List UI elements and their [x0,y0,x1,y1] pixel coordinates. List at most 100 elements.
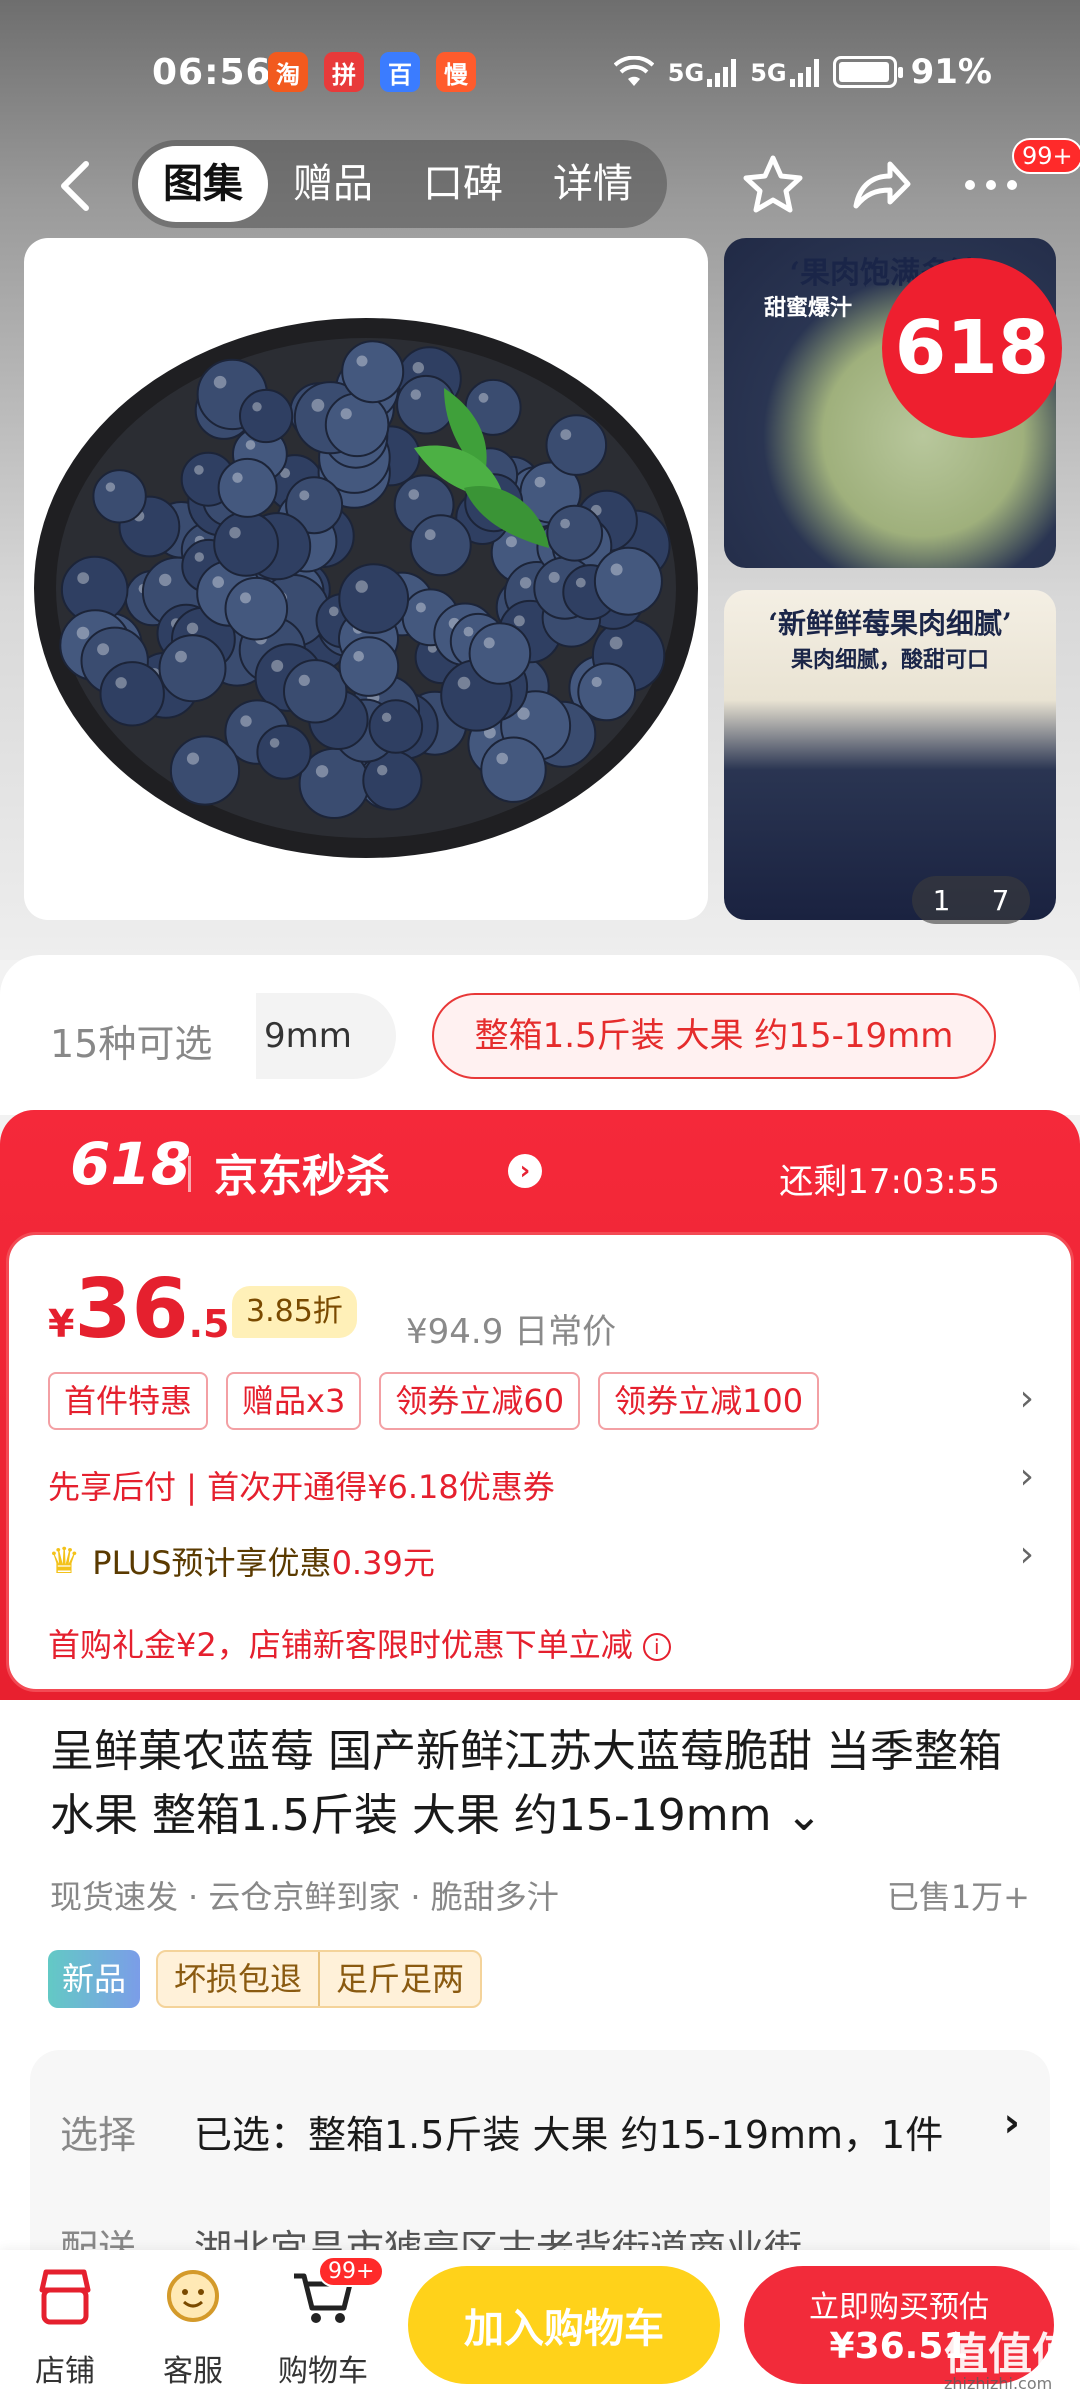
price-integer: 36 [74,1262,189,1357]
blueberry-shape [341,340,405,404]
promo-event-label: 618 [70,1130,192,1198]
customer-service-label: 客服 [163,2354,223,2389]
status-bar: 06:56 淘 拼 百 慢 5G 5G 91% [0,0,1080,140]
original-price: ¥94.9 日常价 [406,1304,616,1353]
customer-service-button[interactable]: 客服 [138,2262,248,2390]
chevron-right-icon[interactable]: › [1020,1456,1034,1497]
blueberry-highlight [356,355,368,367]
blueberry-highlight [186,752,200,765]
variant-chip[interactable]: 9mm [256,993,396,1079]
blueberry-highlight [269,738,280,748]
back-icon[interactable] [52,158,100,214]
blueberry-highlight [240,715,252,727]
blueberry-highlight [412,362,424,374]
blueberry-highlight [76,626,90,640]
selection-value[interactable]: 已选：整箱1.5斤装 大果 约15-19mm，1件 [194,2104,943,2159]
blueberry-shape [92,469,147,524]
chevron-down-icon[interactable]: ⌄ [786,1790,823,1841]
chevron-right-icon[interactable]: › [1020,1534,1034,1575]
blueberry-shape [169,735,241,806]
countdown-time: 17:03:55 [847,1162,1000,1202]
blueberry-highlight [408,489,420,500]
tab-details[interactable]: 详情 [528,146,658,222]
blueberry-highlight [353,651,365,662]
network-label: 5G [667,59,705,87]
blueberry-shape [99,661,165,727]
selection-label: 选择 [60,2113,137,2157]
guarantee-return: 坏损包退 [174,1960,303,1998]
blueberry-highlight [483,637,495,649]
add-to-cart-button[interactable]: 加入购物车 [408,2266,720,2384]
image-counter-total: 7 [991,883,1010,917]
product-title-text: 呈鲜菓农蓝莓 国产新鲜江苏大蓝莓脆甜 当季整箱水果 整箱1.5斤装 大果 约15… [50,1726,1002,1841]
plus-offer-amount: 0.39元 [331,1544,435,1582]
blueberry-highlight [212,576,224,588]
new-product-badge: 新品 [48,1950,141,2008]
tab-reviews[interactable]: 口碑 [398,146,528,222]
blueberry-highlight [410,389,421,400]
event-618-badge: 618 [882,258,1062,438]
plus-offer-label: PLUS预计享优惠 [92,1544,332,1582]
chevron-right-icon[interactable]: › [1004,2100,1020,2146]
shop-button[interactable]: 店铺 [10,2262,120,2390]
battery-percent: 91% [910,52,992,92]
buy-now-label: 立即购买预估 [809,2290,989,2325]
watermark-url: zhizhizhi.com [944,2374,1053,2393]
battery-icon [832,56,903,88]
section-tabs: 图集 赠品 口碑 详情 [132,140,667,228]
top-navigation: 图集 赠品 口碑 详情 [0,130,1080,240]
variant-chip-selected[interactable]: 整箱1.5斤装 大果 约15-19mm [432,993,996,1079]
blueberry-highlight [505,536,517,548]
current-price: ¥36.51 [48,1262,256,1357]
new-customer-gift[interactable]: 首购礼金¥2，店铺新客限时优惠下单立减 i [48,1620,671,1666]
coupon-100[interactable]: 领券立减100 [598,1372,820,1430]
discount-badge: 3.85折 [232,1286,357,1338]
blueberry-highlight [175,650,187,663]
manmanbuy-app-icon: 慢 [436,52,476,92]
coupon-gifts[interactable]: 赠品x3 [226,1372,362,1430]
main-product-image[interactable] [24,238,708,920]
blueberry-highlight [496,752,509,765]
image-counter: 1 7 [912,876,1030,924]
chevron-right-icon[interactable]: › [1020,1378,1034,1419]
plus-offer[interactable]: ♛ PLUS预计享优惠0.39元 [48,1538,435,1584]
blueberry-highlight [232,472,243,483]
favorite-star-icon[interactable] [740,152,806,218]
network-label-2: 5G [750,59,787,87]
blueberry-highlight [77,572,90,584]
gallery-thumbnail-2[interactable]: ‘新鲜鲜莓果肉细腻’ 果肉细腻，酸甜可口 [724,590,1056,920]
cart-badge: 99+ [318,2256,385,2287]
tab-gallery[interactable]: 图集 [138,146,268,222]
signal-icon: 5G [667,57,737,87]
blueberry-highlight [377,765,388,776]
blueberry-highlight [478,392,489,403]
blueberry-highlight [519,577,532,589]
blueberry-highlight [381,712,392,722]
pdd-app-icon: 拼 [324,52,364,92]
blueberry-highlight [534,476,546,488]
blueberry-highlight [299,490,310,501]
guarantee-badges[interactable]: 坏损包退 足斤足两 [156,1950,483,2008]
tab-gifts[interactable]: 赠品 [268,146,398,222]
blueberry-highlight [229,527,241,539]
blueberry-shape [338,563,410,635]
coupon-first-item[interactable]: 首件特惠 [48,1372,209,1430]
blueberry-highlight [329,606,339,617]
blueberry-highlight [415,602,426,613]
promo-brand: 京东秒杀 [214,1151,390,1202]
blueberry-shape [158,634,227,703]
shop-label: 店铺 [35,2354,95,2389]
product-title[interactable]: 呈鲜菓农蓝莓 国产新鲜江苏大蓝莓脆甜 当季整箱水果 整箱1.5斤装 大果 约15… [50,1720,1040,1848]
blueberry-highlight [463,626,474,637]
coupon-60[interactable]: 领券立减60 [379,1372,581,1430]
pay-later-offer[interactable]: 先享后付 | 首次开通得¥6.18优惠券 [48,1462,555,1508]
blueberry-highlight [457,676,471,690]
blueberry-shape [324,392,390,458]
baidu-app-icon: 百 [380,52,420,92]
wifi-icon [613,56,654,86]
blueberry-highlight [298,674,310,686]
guarantee-weight: 足斤足两 [318,1952,480,2006]
chevron-right-icon: › [508,1154,542,1188]
info-icon[interactable]: i [642,1633,671,1661]
share-icon[interactable] [848,152,914,218]
